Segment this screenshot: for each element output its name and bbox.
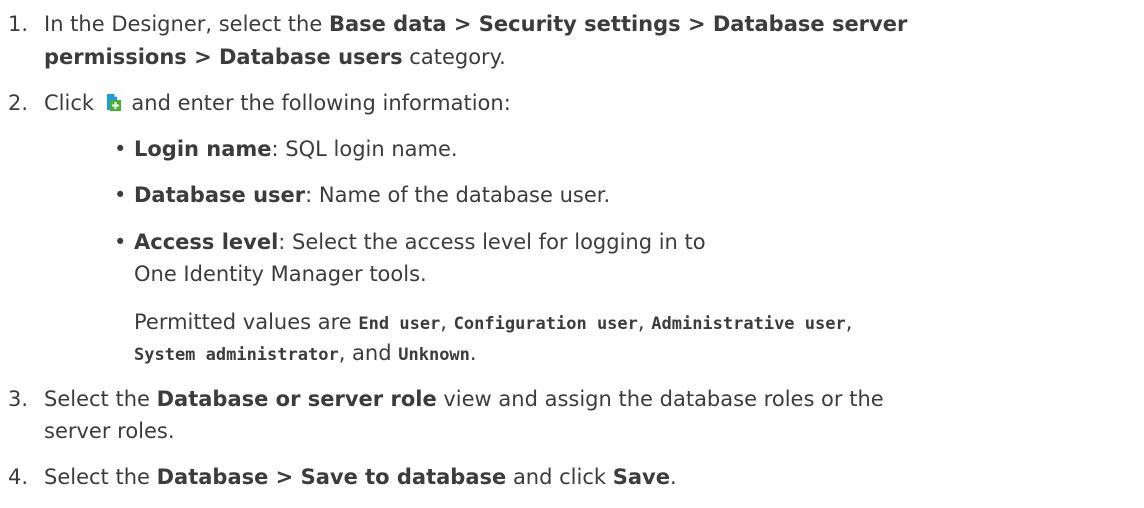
step-3-text: Select the — [44, 387, 157, 411]
period: . — [469, 341, 477, 365]
step-4-save-label: Save — [612, 465, 670, 489]
step-4-number: 4. — [8, 465, 29, 489]
step-1-menu-path-cont: permissions > Database users — [44, 45, 403, 69]
permitted-values-line-2: System administrator, and Unknown. — [134, 338, 1134, 371]
bullet-access-level: Access level: Select the access level fo… — [134, 227, 1134, 258]
step-1-menu-path: Base data > Security settings > Database… — [328, 12, 908, 36]
bullet-text: : Select the access level for logging in… — [278, 230, 706, 254]
instruction-list: 1. In the Designer, select the Base data… — [0, 0, 1144, 508]
bullet-dot: • — [114, 230, 127, 254]
step-1-line-2: permissions > Database users category. — [44, 42, 1134, 73]
value-configuration-user: Configuration user — [453, 314, 638, 334]
step-3-number: 3. — [8, 387, 29, 411]
bullet-dot: • — [114, 137, 127, 161]
step-1-text-end: category. — [402, 45, 506, 69]
step-3-line-2: server roles. — [44, 419, 175, 443]
step-3-line-1: Select the Database or server role view … — [44, 384, 1134, 415]
separator: , — [440, 310, 454, 334]
value-end-user: End user — [358, 314, 441, 334]
bullet-login-name: Login name: SQL login name. — [134, 134, 1134, 165]
note-text: Permitted values are — [134, 310, 359, 334]
separator: , and — [338, 341, 399, 365]
value-unknown: Unknown — [398, 345, 470, 365]
separator: , — [637, 310, 652, 334]
bullet-label: Access level — [134, 230, 279, 254]
value-system-administrator: System administrator — [134, 345, 339, 365]
bullet-text: : Name of the database user. — [305, 183, 611, 207]
step-1-number: 1. — [8, 12, 29, 36]
bullet-access-level-cont: One Identity Manager tools. — [134, 262, 427, 286]
step-3-text-cont: view and assign the database roles or th… — [436, 387, 884, 411]
step-1-line-1: In the Designer, select the Base data > … — [44, 9, 1134, 40]
step-2-text: Click — [44, 91, 101, 115]
step-4-line: Select the Database > Save to database a… — [44, 462, 1134, 493]
step-2-text-end: and enter the following information: — [124, 91, 511, 115]
permitted-values-line-1: Permitted values are End user, Configura… — [134, 307, 1134, 340]
step-4-text: Select the — [44, 465, 157, 489]
separator: , — [845, 310, 853, 334]
step-2-number: 2. — [8, 91, 29, 115]
bullet-database-user: Database user: Name of the database user… — [134, 180, 1134, 211]
step-3-view-name: Database or server role — [156, 387, 437, 411]
period: . — [669, 465, 677, 489]
step-2-line: Click and enter the following informatio… — [44, 88, 1134, 119]
bullet-dot: • — [114, 183, 127, 207]
step-4-text-cont: and click — [506, 465, 613, 489]
step-1-text: In the Designer, select the — [44, 12, 329, 36]
bullet-label: Login name — [134, 137, 272, 161]
add-document-icon — [105, 90, 121, 111]
bullet-label: Database user — [134, 183, 306, 207]
step-4-menu-path: Database > Save to database — [156, 465, 507, 489]
bullet-text: : SQL login name. — [271, 137, 458, 161]
value-administrative-user: Administrative user — [651, 314, 846, 334]
